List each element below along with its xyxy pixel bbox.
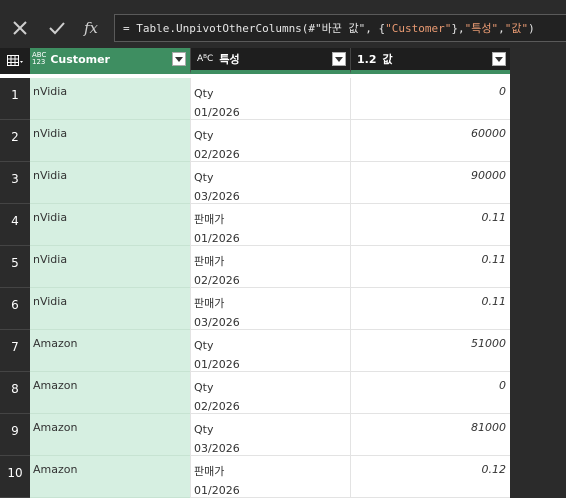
column-label: 특성 [219,53,240,66]
cell-customer[interactable]: nVidia [30,246,190,288]
cell-customer[interactable]: nVidia [30,78,190,120]
cell-attribute[interactable]: 판매가 01/2026 [190,204,350,246]
table-row: 5 nVidia 판매가 02/2026 0.11 [0,246,510,288]
formula-mid: }, [451,21,465,35]
formula-bar: fx = Table.UnpivotOtherColumns(#"바꾼 값", … [0,8,566,48]
cell-customer[interactable]: Amazon [30,372,190,414]
cell-attribute[interactable]: Qty 03/2026 [190,162,350,204]
table-row: 3 nVidia Qty 03/2026 90000 [0,162,510,204]
table-row: 9 Amazon Qty 03/2026 81000 [0,414,510,456]
type-decimal-icon: 1.2 [357,52,377,66]
table-row: 2 nVidia Qty 02/2026 60000 [0,120,510,162]
column-header-value[interactable]: 1.2 값 [350,48,510,74]
column-label: 값 [382,53,393,66]
cell-customer[interactable]: Amazon [30,414,190,456]
header-row: ABC 123 Customer AᴮC 특성 1.2 값 [0,48,510,74]
formula-string-attribute: "특성" [464,22,499,35]
cell-value[interactable]: 90000 [350,162,510,204]
cell-attribute[interactable]: Qty 03/2026 [190,414,350,456]
close-icon [13,21,27,35]
cell-attribute[interactable]: Qty 02/2026 [190,372,350,414]
attribute-line-1: Qty [194,339,214,352]
attribute-line-1: Qty [194,87,214,100]
table-icon [7,55,23,66]
attribute-line-1: Qty [194,381,214,394]
cell-value[interactable]: 0 [350,372,510,414]
attribute-line-1: 판매가 [194,255,225,268]
cell-attribute[interactable]: 판매가 02/2026 [190,246,350,288]
formula-string-customer: "Customer" [385,21,452,35]
row-number[interactable]: 9 [0,414,30,456]
row-number[interactable]: 5 [0,246,30,288]
type-text-icon: AᴮC [197,54,214,64]
attribute-line-1: 판매가 [194,297,225,310]
check-icon [49,22,65,35]
cell-customer[interactable]: nVidia [30,204,190,246]
table-row: 7 Amazon Qty 01/2026 51000 [0,330,510,372]
filter-dropdown-button[interactable] [172,52,186,66]
cell-value[interactable]: 0.11 [350,204,510,246]
cell-value[interactable]: 81000 [350,414,510,456]
cell-customer[interactable]: nVidia [30,120,190,162]
commit-button[interactable] [40,8,74,48]
cell-value[interactable]: 0.11 [350,288,510,330]
cell-customer[interactable]: nVidia [30,288,190,330]
formula-string-value: "값" [504,22,529,35]
attribute-line-1: Qty [194,171,214,184]
table-row: 10 Amazon 판매가 01/2026 0.12 [0,456,510,498]
filter-dropdown-button[interactable] [332,52,346,66]
column-header-customer[interactable]: ABC 123 Customer [30,48,190,74]
chevron-down-icon [335,56,343,62]
table-row: 6 nVidia 판매가 03/2026 0.11 [0,288,510,330]
row-number[interactable]: 4 [0,204,30,246]
cell-customer[interactable]: Amazon [30,330,190,372]
chevron-down-icon [175,56,183,62]
column-label: Customer [50,52,110,66]
row-number[interactable]: 2 [0,120,30,162]
row-number[interactable]: 8 [0,372,30,414]
chevron-down-icon [495,56,503,62]
cell-attribute[interactable]: 판매가 03/2026 [190,288,350,330]
attribute-line-2: 01/2026 [194,484,240,497]
cell-attribute[interactable]: Qty 01/2026 [190,78,350,120]
row-number[interactable]: 1 [0,78,30,120]
row-number[interactable]: 6 [0,288,30,330]
data-grid: ABC 123 Customer AᴮC 특성 1.2 값 1 nVidia Qty 0… [0,48,510,498]
cell-customer[interactable]: Amazon [30,456,190,498]
type-any-icon: ABC 123 [32,51,47,66]
cell-attribute[interactable]: 판매가 01/2026 [190,456,350,498]
table-row: 1 nVidia Qty 01/2026 0 [0,78,510,120]
row-number[interactable]: 10 [0,456,30,498]
attribute-line-1: Qty [194,129,214,142]
formula-prefix: = Table.UnpivotOtherColumns(#"바꾼 값", { [123,22,386,35]
cell-value[interactable]: 60000 [350,120,510,162]
attribute-line-1: Qty [194,423,214,436]
cell-attribute[interactable]: Qty 01/2026 [190,330,350,372]
formula-sep: , [498,21,505,35]
formula-suffix: ) [528,21,535,35]
table-row: 8 Amazon Qty 02/2026 0 [0,372,510,414]
row-number[interactable]: 7 [0,330,30,372]
table-menu-button[interactable] [0,48,30,74]
insert-function-button[interactable]: fx [74,8,108,48]
empty-area [510,48,566,498]
fx-label: fx [83,19,98,37]
cell-value[interactable]: 0.11 [350,246,510,288]
table-row: 4 nVidia 판매가 01/2026 0.11 [0,204,510,246]
attribute-line-1: 판매가 [194,213,225,226]
cell-attribute[interactable]: Qty 02/2026 [190,120,350,162]
column-header-attribute[interactable]: AᴮC 특성 [190,48,350,74]
filter-dropdown-button[interactable] [492,52,506,66]
cell-value[interactable]: 51000 [350,330,510,372]
top-strip [0,0,566,8]
cancel-button[interactable] [0,8,40,48]
cell-value[interactable]: 0 [350,78,510,120]
attribute-line-1: 판매가 [194,465,225,478]
cell-customer[interactable]: nVidia [30,162,190,204]
formula-input[interactable]: = Table.UnpivotOtherColumns(#"바꾼 값", {"C… [114,14,566,42]
cell-value[interactable]: 0.12 [350,456,510,498]
row-number[interactable]: 3 [0,162,30,204]
